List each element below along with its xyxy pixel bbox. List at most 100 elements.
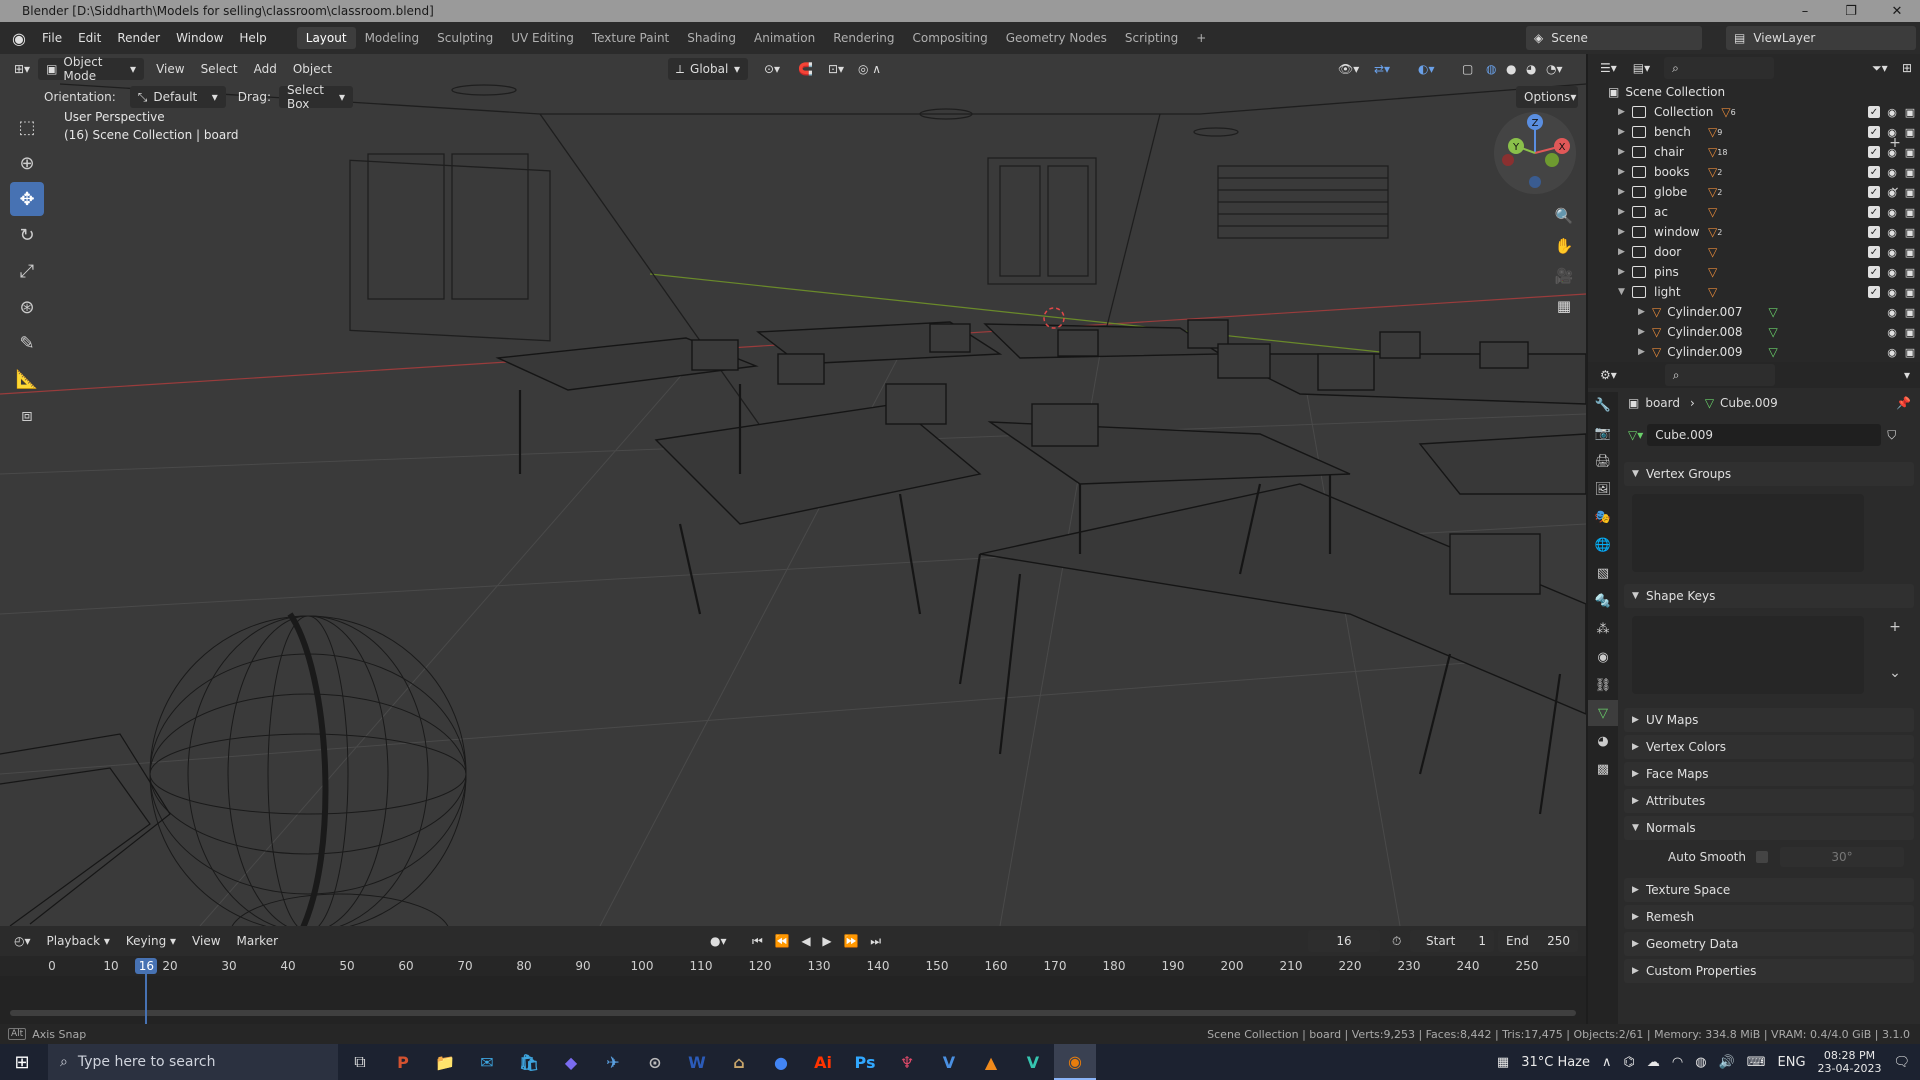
windows-start-icon[interactable]: ⊞ bbox=[0, 1044, 44, 1080]
blender-logo-icon[interactable]: ◉ bbox=[8, 27, 30, 49]
tab-scripting[interactable]: Scripting bbox=[1116, 27, 1187, 49]
collapsed-arrow-icon[interactable]: ▶ bbox=[1638, 327, 1652, 337]
menu-help[interactable]: Help bbox=[231, 31, 274, 45]
transform-tool-icon[interactable]: ⊛ bbox=[10, 290, 44, 324]
menu-render[interactable]: Render bbox=[109, 31, 168, 45]
collapsed-arrow-icon[interactable]: ▶ bbox=[1618, 187, 1632, 197]
taskbar-app-icon[interactable]: 📁 bbox=[424, 1044, 466, 1080]
render-camera-icon[interactable]: ▣ bbox=[1904, 186, 1916, 199]
select-box-tool-icon[interactable]: ⬚ bbox=[10, 110, 44, 144]
timeline-menu-view[interactable]: View bbox=[184, 934, 228, 948]
end-frame-field[interactable]: End 250 bbox=[1498, 930, 1578, 952]
zoom-icon[interactable]: 🔍 bbox=[1552, 204, 1576, 228]
collapsed-arrow-icon[interactable]: ▶ bbox=[1638, 347, 1652, 357]
add-workspace-button[interactable]: + bbox=[1187, 27, 1215, 49]
tab-uv-editing[interactable]: UV Editing bbox=[502, 27, 583, 49]
drag-dropdown[interactable]: Select Box ▾ bbox=[278, 83, 353, 111]
render-camera-icon[interactable]: ▣ bbox=[1904, 206, 1916, 219]
collapsed-arrow-icon[interactable]: ▶ bbox=[1618, 247, 1632, 257]
exclude-checkbox[interactable]: ✓ bbox=[1868, 126, 1880, 138]
collapsed-arrow-icon[interactable]: ▶ bbox=[1618, 227, 1632, 237]
visibility-eye-icon[interactable]: ◉ bbox=[1886, 286, 1898, 299]
collapsed-arrow-icon[interactable]: ▶ bbox=[1618, 107, 1632, 117]
visibility-eye-icon[interactable]: ◉ bbox=[1886, 246, 1898, 259]
render-camera-icon[interactable]: ▣ bbox=[1904, 146, 1916, 159]
tray-overflow-icon[interactable]: ∧ bbox=[1602, 1055, 1612, 1070]
exclude-checkbox[interactable]: ✓ bbox=[1868, 246, 1880, 258]
overlay-toggle-icon[interactable]: ◐▾ bbox=[1410, 62, 1443, 76]
outliner-scene-collection[interactable]: ▣ Scene Collection bbox=[1588, 82, 1920, 102]
outliner-editor-type-icon[interactable]: ☰▾ bbox=[1592, 61, 1625, 75]
transform-orientation-dropdown[interactable]: ⟂ Global ▾ bbox=[668, 58, 748, 80]
render-camera-icon[interactable]: ▣ bbox=[1904, 266, 1916, 279]
measure-tool-icon[interactable]: 📐 bbox=[10, 362, 44, 396]
notification-icon[interactable]: 🗨 bbox=[1893, 1055, 1910, 1070]
outliner-item[interactable]: ▶ Collection ▽ 6 ✓ ◉ ▣ bbox=[1588, 102, 1920, 122]
outliner-item[interactable]: ▶ door ▽ ✓ ◉ ▣ bbox=[1588, 242, 1920, 262]
scene-selector[interactable]: ◈ Scene bbox=[1526, 26, 1702, 50]
render-camera-icon[interactable]: ▣ bbox=[1904, 106, 1916, 119]
timeline-ruler[interactable]: 0 10 20 30 40 50 60 70 80 90 100 110 120 130 140 150 160… bbox=[0, 956, 1586, 976]
tab-shading[interactable]: Shading bbox=[678, 27, 745, 49]
tab-rendering[interactable]: Rendering bbox=[824, 27, 903, 49]
outliner-item[interactable]: ▶ globe ▽ 2 ✓ ◉ ▣ bbox=[1588, 182, 1920, 202]
taskbar-app-icon[interactable]: ◆ bbox=[550, 1044, 592, 1080]
taskbar-app-icon[interactable]: Ps bbox=[844, 1044, 886, 1080]
world-tab-icon[interactable]: 🌐 bbox=[1588, 532, 1618, 558]
outliner-child-item[interactable]: ▶ ▽ Cylinder.007 ▽ ◉ ▣ bbox=[1588, 302, 1920, 322]
auto-smooth-checkbox[interactable] bbox=[1755, 851, 1768, 863]
render-camera-icon[interactable]: ▣ bbox=[1904, 306, 1916, 319]
visibility-eye-icon[interactable]: ◉ bbox=[1886, 306, 1898, 319]
mesh-datablock-selector[interactable]: ▽▾ Cube.009 ⛉ bbox=[1628, 424, 1914, 446]
exclude-checkbox[interactable]: ✓ bbox=[1868, 226, 1880, 238]
navigation-gizmo[interactable]: Z X Y bbox=[1494, 112, 1576, 194]
panel-attributes[interactable]: ▶ Attributes bbox=[1624, 789, 1914, 813]
panel-texture-space[interactable]: ▶ Texture Space bbox=[1624, 878, 1914, 902]
render-camera-icon[interactable]: ▣ bbox=[1904, 166, 1916, 179]
outliner-item[interactable]: ▶ ac ▽ ✓ ◉ ▣ bbox=[1588, 202, 1920, 222]
render-camera-icon[interactable]: ▣ bbox=[1904, 346, 1916, 359]
vertex-group-menu-icon[interactable]: ⌄ bbox=[1886, 178, 1904, 196]
cloud-icon[interactable]: ☁ bbox=[1647, 1055, 1660, 1070]
preview-range-icon[interactable]: ⏱ bbox=[1384, 934, 1409, 949]
close-button[interactable]: ✕ bbox=[1874, 0, 1920, 22]
mesh-data-tab-icon[interactable]: ▽ bbox=[1588, 700, 1618, 726]
modifier-tab-icon[interactable]: 🔩 bbox=[1588, 588, 1618, 614]
rotate-tool-icon[interactable]: ↻ bbox=[10, 218, 44, 252]
visibility-eye-icon[interactable]: ◉ bbox=[1886, 166, 1898, 179]
orientation-dropdown[interactable]: ⤡ Default ▾ bbox=[129, 86, 226, 108]
maximize-button[interactable]: ❐ bbox=[1828, 0, 1874, 22]
collapsed-arrow-icon[interactable]: ▶ bbox=[1618, 147, 1632, 157]
outliner-item[interactable]: ▶ bench ▽ 9 ✓ ◉ ▣ bbox=[1588, 122, 1920, 142]
timeline-frame-cursor[interactable]: 16 bbox=[135, 958, 158, 974]
panel-shape-keys[interactable]: ▼ Shape Keys bbox=[1624, 584, 1914, 608]
pivot-point-icon[interactable]: ⊙▾ bbox=[756, 62, 788, 76]
timeline-menu-keying[interactable]: Keying ▾ bbox=[118, 934, 184, 948]
mesh-browse-icon[interactable]: ▽▾ bbox=[1628, 428, 1643, 442]
pin-icon[interactable]: 📌 bbox=[1896, 396, 1911, 410]
panel-geometry-data[interactable]: ▶ Geometry Data bbox=[1624, 932, 1914, 956]
visibility-eye-icon[interactable]: ◉ bbox=[1886, 266, 1898, 279]
visibility-icon[interactable]: 👁▾ bbox=[1330, 62, 1367, 76]
outliner-item[interactable]: ▶ books ▽ 2 ✓ ◉ ▣ bbox=[1588, 162, 1920, 182]
3d-viewport[interactable]: ⊞▾ ▣ Object Mode ▾ View Select Add Objec… bbox=[0, 54, 1586, 926]
exclude-checkbox[interactable]: ✓ bbox=[1868, 106, 1880, 118]
auto-smooth-angle-field[interactable]: 30° bbox=[1779, 847, 1904, 867]
gizmo-toggle-icon[interactable]: ⇄▾ bbox=[1366, 62, 1398, 76]
texture-tab-icon[interactable]: ▩ bbox=[1588, 756, 1618, 782]
output-tab-icon[interactable]: 🖨 bbox=[1588, 448, 1618, 474]
menu-file[interactable]: File bbox=[34, 31, 70, 45]
expanded-arrow-icon[interactable]: ▼ bbox=[1618, 287, 1632, 297]
taskbar-app-icon[interactable]: 🛍 bbox=[508, 1044, 550, 1080]
render-camera-icon[interactable]: ▣ bbox=[1904, 286, 1916, 299]
panel-face-maps[interactable]: ▶ Face Maps bbox=[1624, 762, 1914, 786]
playback-controls[interactable]: ⏮ ⏪ ◀ ▶ ⏩ ⏭ bbox=[744, 934, 893, 949]
collapsed-arrow-icon[interactable]: ▶ bbox=[1618, 167, 1632, 177]
outliner-item[interactable]: ▶ pins ▽ ✓ ◉ ▣ bbox=[1588, 262, 1920, 282]
taskbar-app-icon[interactable]: ⌂ bbox=[718, 1044, 760, 1080]
rendered-shading-icon[interactable]: ◔▾ bbox=[1538, 62, 1571, 76]
viewport-menu-object[interactable]: Object bbox=[285, 62, 340, 76]
outliner-item[interactable]: ▶ chair ▽ 18 ✓ ◉ ▣ bbox=[1588, 142, 1920, 162]
wifi-icon[interactable]: ◠ bbox=[1672, 1055, 1683, 1070]
constraints-tab-icon[interactable]: ⛓ bbox=[1588, 672, 1618, 698]
